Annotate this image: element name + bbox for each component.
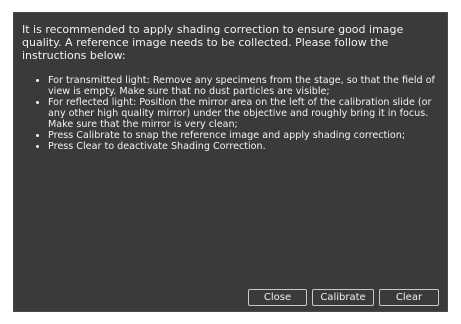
calibrate-button[interactable]: Calibrate [312,289,374,306]
instruction-transmitted-light: For transmitted light: Remove any specim… [48,75,448,97]
instructions-list: For transmitted light: Remove any specim… [36,75,448,152]
close-button[interactable]: Close [248,289,307,306]
instruction-clear: Press Clear to deactivate Shading Correc… [48,141,448,152]
shading-correction-dialog: It is recommended to apply shading corre… [13,12,448,312]
screenshot-frame: It is recommended to apply shading corre… [0,0,461,324]
intro-text: It is recommended to apply shading corre… [22,23,404,62]
clear-button[interactable]: Clear [379,289,439,306]
button-bar: Close Calibrate Clear [248,289,439,306]
instruction-calibrate: Press Calibrate to snap the reference im… [48,130,448,141]
instruction-reflected-light: For reflected light: Position the mirror… [48,97,448,130]
